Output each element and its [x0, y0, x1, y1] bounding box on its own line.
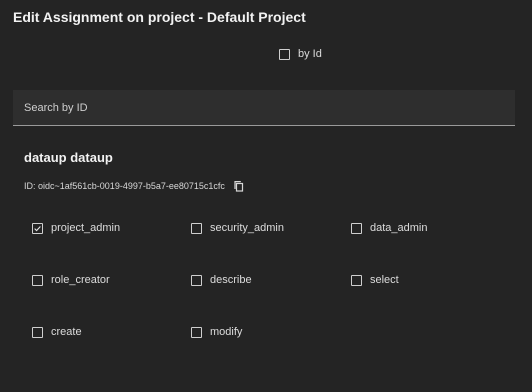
role-checkbox[interactable]: [32, 326, 43, 338]
role-checkbox[interactable]: [32, 274, 43, 286]
by-id-label: by Id: [298, 48, 322, 60]
copy-icon[interactable]: [233, 180, 245, 192]
role-option-security-admin[interactable]: security_admin: [191, 222, 284, 234]
role-label: data_admin: [370, 222, 428, 234]
role-option-data-admin[interactable]: data_admin: [351, 222, 428, 234]
user-name: dataup dataup: [24, 150, 113, 165]
role-checkbox[interactable]: [32, 222, 43, 234]
role-label: describe: [210, 274, 252, 286]
role-label: create: [51, 326, 82, 338]
role-checkbox[interactable]: [191, 222, 202, 234]
role-option-describe[interactable]: describe: [191, 274, 252, 286]
search-input[interactable]: [13, 90, 515, 125]
role-checkbox[interactable]: [351, 222, 362, 234]
user-id-row: ID: oidc~1af561cb-0019-4997-b5a7-ee80715…: [24, 180, 245, 192]
role-label: modify: [210, 326, 243, 338]
role-checkbox[interactable]: [191, 274, 202, 286]
role-option-role-creator[interactable]: role_creator: [32, 274, 110, 286]
role-option-project-admin[interactable]: project_admin: [32, 222, 120, 234]
role-option-select[interactable]: select: [351, 274, 399, 286]
role-label: security_admin: [210, 222, 284, 234]
role-label: select: [370, 274, 399, 286]
role-label: role_creator: [51, 274, 110, 286]
role-checkbox[interactable]: [351, 274, 362, 286]
role-option-create[interactable]: create: [32, 326, 82, 338]
dialog-title: Edit Assignment on project - Default Pro…: [13, 9, 306, 25]
role-checkbox[interactable]: [191, 326, 202, 338]
role-option-modify[interactable]: modify: [191, 326, 242, 338]
by-id-option[interactable]: by Id: [279, 48, 322, 60]
search-field[interactable]: [13, 90, 515, 126]
user-id: ID: oidc~1af561cb-0019-4997-b5a7-ee80715…: [24, 181, 225, 191]
by-id-checkbox[interactable]: [279, 48, 290, 60]
role-label: project_admin: [51, 222, 121, 234]
checkmark-icon: [34, 225, 41, 231]
